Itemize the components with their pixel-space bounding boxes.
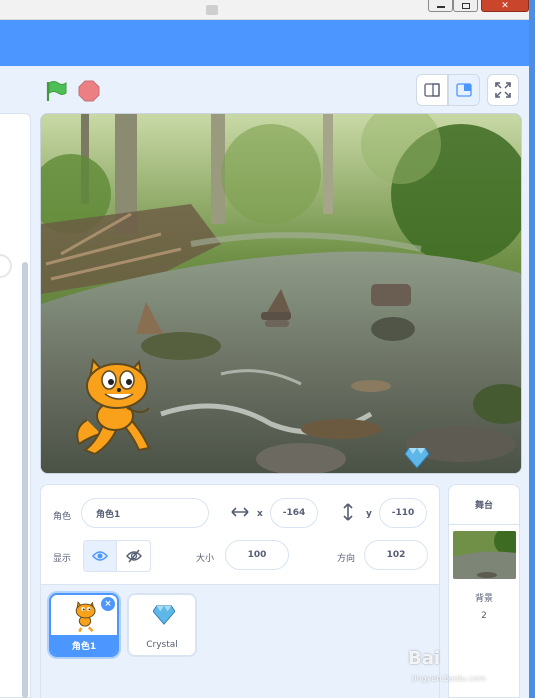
x-label: x [257,509,263,519]
scratch-menubar [0,20,529,66]
stop-icon [78,80,100,102]
eye-icon [92,551,108,561]
visibility-toggle [83,540,151,572]
y-field[interactable]: -110 [379,498,427,528]
sprite-tile-sprite1[interactable]: × 角色1 [49,593,119,657]
sprite-info-area: 角色 角色1 x -164 y -110 显示 大小 100 方向 102 [41,485,439,585]
vertical-arrow-icon [343,503,353,521]
fullscreen-button[interactable] [487,74,519,106]
direction-label: 方向 [337,554,356,564]
eye-slash-icon [125,549,142,563]
minimize-icon [436,6,445,8]
zoom-icon[interactable] [0,254,12,278]
y-label: y [366,509,372,519]
direction-field[interactable]: 102 [364,540,428,570]
code-area-scrollbar[interactable] [22,262,28,698]
delete-sprite-button[interactable]: × [101,597,115,611]
maximize-button[interactable] [453,0,478,12]
show-button[interactable] [84,541,118,571]
normal-stage-icon [456,83,472,97]
backdrops-label: 背景 [474,594,493,604]
size-label: 大小 [196,554,215,564]
sprite-info-pane: 角色 角色1 x -164 y -110 显示 大小 100 方向 102 × … [40,484,440,698]
sprite-tile-name: Crystal [146,640,178,650]
hide-button[interactable] [117,541,150,571]
window-titlebar: ✕ [0,0,535,20]
sprite-tile-name: 角色1 [51,635,117,655]
sprite-tile-crystal[interactable]: Crystal [127,593,197,657]
x-field[interactable]: -164 [270,498,318,528]
stage[interactable] [40,113,522,474]
backdrop-thumbnail [453,531,516,579]
title-grip [206,5,218,15]
green-flag-button[interactable] [44,80,68,102]
small-stage-icon [424,83,440,97]
size-field[interactable]: 100 [225,540,289,570]
stage-selector[interactable]: 舞台 背景 2 [448,484,520,698]
green-flag-icon [46,81,67,101]
close-icon: ✕ [501,0,509,11]
stage-title: 舞台 [449,485,519,525]
stop-button[interactable] [78,80,100,102]
sprite-list: × 角色1 Crystal [41,585,439,698]
scratch-cat-sprite[interactable] [67,350,163,458]
minimize-button[interactable] [428,0,453,12]
crystal-sprite[interactable] [405,448,429,468]
normal-stage-button[interactable] [448,74,480,106]
sprite-name-field[interactable]: 角色1 [81,498,209,528]
horizontal-arrow-icon [231,507,249,517]
close-icon: × [104,598,112,609]
fullscreen-icon [495,82,511,98]
forest-stream-thumbnail [453,531,516,579]
window-right-edge [529,0,535,698]
sprite-label: 角色 [53,512,72,522]
backdrops-count: 2 [481,611,487,621]
close-window-button[interactable]: ✕ [481,0,529,12]
small-stage-button[interactable] [416,74,448,106]
show-label: 显示 [53,554,72,564]
scratch-cat-thumbnail [75,601,96,633]
crystal-thumbnail [153,605,175,625]
maximize-icon [461,2,470,9]
